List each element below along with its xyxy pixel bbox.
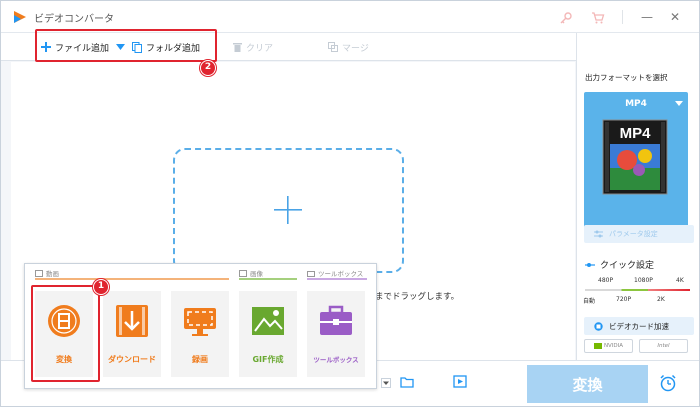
- nvidia-logo-icon: [593, 343, 602, 349]
- merge-button[interactable]: マージ: [328, 40, 369, 54]
- quality-tick-720p: 720P: [616, 296, 632, 303]
- app-logo-icon: [14, 11, 26, 23]
- step-badge-1: 1: [93, 279, 109, 295]
- intel-badge: Intel: [639, 339, 688, 353]
- output-video-folder-icon[interactable]: [453, 375, 467, 388]
- image-category-divider: [239, 278, 297, 280]
- mp4-format-badge-text: MP4: [620, 125, 652, 142]
- merge-icon: [328, 42, 338, 52]
- gpu-chip-icon: [594, 321, 603, 331]
- download-icon: [116, 305, 148, 337]
- toolbox-category-icon: [307, 270, 315, 277]
- add-plus-icon[interactable]: [272, 194, 304, 226]
- quality-tick-2k: 2K: [657, 296, 665, 303]
- toolbox-category-divider: [307, 278, 367, 280]
- cart-icon[interactable]: [591, 11, 605, 25]
- parameter-settings-button[interactable]: パラメータ設定: [584, 225, 694, 243]
- convert-button[interactable]: 変換: [527, 365, 648, 403]
- gpu-acceleration-button[interactable]: ビデオカード加速: [584, 317, 694, 335]
- record-tile-label: 録画: [192, 355, 208, 364]
- download-tile-label: ダウンロード: [108, 355, 156, 364]
- category-video: 動画: [35, 268, 59, 278]
- quality-tick-1080p: 1080P: [634, 277, 653, 284]
- nvidia-badge: NVIDIA: [584, 339, 633, 353]
- key-icon[interactable]: [559, 11, 573, 25]
- output-panel: 出力フォーマットを選択 MP4 MP4 パラメータ設定 クイック設定 480P …: [576, 33, 699, 360]
- gif-image-icon: [252, 307, 284, 335]
- category-toolbox: ツールボックス: [307, 268, 363, 278]
- category-image-label: 画像: [250, 270, 263, 278]
- toolbox-icon: [320, 305, 352, 335]
- app-window: ビデオコンバータ — ✕ ファイル追加 フォルダ追加 クリア マージ までドラッ…: [0, 0, 700, 407]
- format-dropdown-icon[interactable]: [675, 101, 683, 106]
- quick-settings-label: クイック設定: [600, 261, 655, 271]
- nvidia-label: NVIDIA: [603, 343, 624, 349]
- toolbox-tile-label: ツールボックス: [313, 356, 359, 364]
- merge-label: マージ: [342, 43, 369, 54]
- open-folder-icon[interactable]: [400, 376, 414, 388]
- parameter-settings-label: パラメータ設定: [609, 230, 658, 238]
- intel-label: Intel: [657, 343, 670, 349]
- screen-record-icon: [184, 308, 216, 336]
- gif-maker-tile[interactable]: GIF作成: [239, 291, 297, 377]
- gif-maker-tile-label: GIF作成: [252, 355, 284, 364]
- video-category-divider: [35, 278, 229, 280]
- mp4-format-icon: MP4: [602, 119, 668, 195]
- clear-button[interactable]: クリア: [233, 40, 273, 54]
- video-category-icon: [35, 269, 43, 277]
- app-title: ビデオコンバータ: [34, 14, 114, 25]
- output-format-selector[interactable]: MP4 MP4: [584, 92, 688, 229]
- drop-hint-text: までドラッグします。: [375, 292, 460, 302]
- quality-slider[interactable]: [585, 289, 690, 291]
- gpu-acceleration-label: ビデオカード加速: [609, 321, 669, 331]
- add-buttons-highlight: [35, 29, 217, 62]
- quality-tick-4k: 4K: [676, 277, 684, 284]
- output-dropdown-icon[interactable]: [381, 378, 391, 388]
- record-tile[interactable]: 録画: [171, 291, 229, 377]
- quality-tick-480p: 480P: [598, 277, 614, 284]
- toolbox-tile[interactable]: ツールボックス: [307, 291, 365, 377]
- alarm-clock-icon[interactable]: [659, 374, 677, 392]
- category-video-label: 動画: [46, 270, 59, 278]
- step-badge-2: 2: [200, 60, 216, 76]
- selected-format-name: MP4: [625, 99, 647, 109]
- category-image: 画像: [239, 268, 263, 278]
- settings-sliders-icon: [594, 230, 603, 238]
- quick-settings-header: クイック設定: [585, 258, 654, 271]
- trash-icon: [233, 43, 242, 52]
- category-toolbox-label: ツールボックス: [318, 270, 364, 278]
- quality-tick-auto: 自動: [583, 298, 596, 305]
- minimize-button[interactable]: —: [639, 9, 655, 25]
- output-format-label: 出力フォーマットを選択: [585, 73, 668, 82]
- close-button[interactable]: ✕: [667, 9, 683, 25]
- image-category-icon: [239, 269, 247, 277]
- clear-label: クリア: [246, 43, 274, 54]
- convert-tile-highlight: [31, 285, 100, 382]
- quick-settings-slider-icon: [585, 262, 595, 267]
- download-tile[interactable]: ダウンロード: [103, 291, 161, 377]
- drop-zone[interactable]: [173, 148, 404, 273]
